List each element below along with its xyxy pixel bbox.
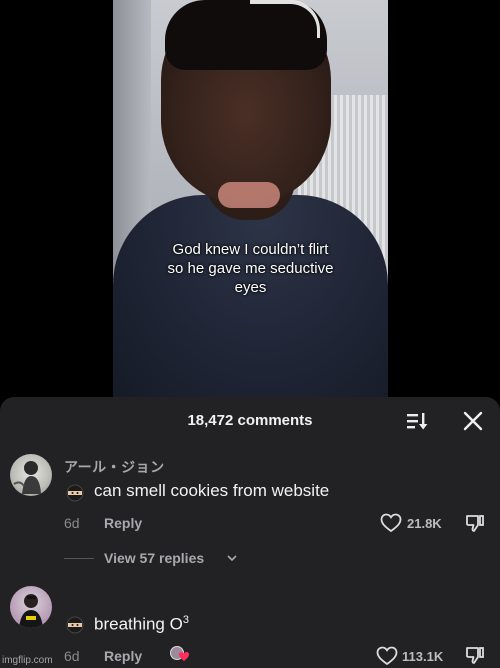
dislike-icon[interactable] bbox=[464, 512, 486, 534]
chevron-down-icon[interactable] bbox=[226, 553, 238, 563]
comment-text: breathing O3 bbox=[94, 614, 189, 635]
caption-line: so he gave me seductive bbox=[167, 260, 334, 277]
comment-age: 6d bbox=[64, 648, 80, 664]
comments-panel: 18,472 comments アール・ジョン can smell cookie… bbox=[0, 397, 500, 668]
dislike-icon[interactable] bbox=[464, 644, 486, 666]
heart-icon[interactable] bbox=[376, 646, 398, 666]
reply-button[interactable]: Reply bbox=[104, 515, 142, 531]
like-count: 113.1K bbox=[402, 649, 444, 664]
close-icon[interactable] bbox=[462, 410, 484, 432]
comment-text-superscript: 3 bbox=[182, 614, 189, 626]
ninja-emoji-icon bbox=[66, 484, 84, 502]
caption-line: God knew I couldn’t flirt bbox=[172, 241, 329, 258]
replies-divider bbox=[64, 558, 94, 559]
hair-highlight bbox=[250, 0, 320, 38]
view-replies-button[interactable]: View 57 replies bbox=[104, 550, 204, 566]
avatar[interactable] bbox=[10, 586, 52, 628]
video-caption: God knew I couldn’t flirt so he gave me … bbox=[113, 240, 388, 297]
comments-header: 18,472 comments bbox=[0, 397, 500, 445]
comment-username[interactable]: アール・ジョン bbox=[64, 457, 165, 477]
reply-button[interactable]: Reply bbox=[104, 648, 142, 664]
heart-icon[interactable] bbox=[380, 513, 402, 533]
watermark: imgflip.com bbox=[2, 655, 53, 666]
comment-text-main: breathing O bbox=[94, 614, 183, 634]
creator-liked-icon bbox=[170, 646, 189, 661]
sort-icon[interactable] bbox=[406, 411, 428, 431]
avatar[interactable] bbox=[10, 454, 52, 496]
comment-age: 6d bbox=[64, 515, 80, 531]
comment-text: can smell cookies from website bbox=[94, 481, 330, 500]
ninja-emoji-icon bbox=[66, 616, 84, 634]
video-frame bbox=[113, 0, 388, 398]
caption-line: eyes bbox=[234, 279, 267, 296]
like-count: 21.8K bbox=[407, 516, 442, 531]
person-lips bbox=[218, 182, 280, 208]
video-player[interactable]: God knew I couldn’t flirt so he gave me … bbox=[0, 0, 500, 398]
